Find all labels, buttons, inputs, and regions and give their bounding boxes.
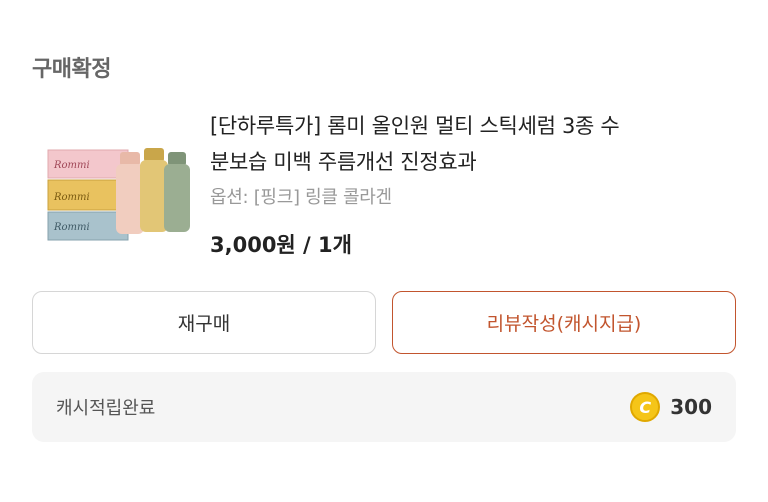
cash-reward-amount-group: C 300 — [630, 392, 712, 422]
brand-label-gold: Rommi — [53, 192, 90, 203]
order-status-title: 구매확정 — [32, 57, 111, 82]
cash-reward-box: 캐시적립완료 C 300 — [32, 372, 736, 442]
product-price: 3,000원 / 1개 — [210, 233, 352, 257]
product-title-line1: [단하루특가] 롬미 올인원 멀티 스틱세럼 3종 수 — [210, 114, 620, 138]
write-review-button[interactable]: 리뷰작성(캐시지급) — [392, 291, 736, 354]
rebuy-button[interactable]: 재구매 — [32, 291, 376, 354]
product-title-line2: 분보습 미백 주름개선 진정효과 — [210, 150, 477, 174]
product-info: [단하루특가] 롬미 올인원 멀티 스틱세럼 3종 수 분보습 미백 주름개선 … — [210, 108, 730, 259]
coin-icon: C — [630, 392, 661, 422]
product-card[interactable]: Rommi Rommi Rommi [단하루특가] 롬미 올인원 멀티 스틱세럼… — [32, 108, 736, 270]
product-option: 옵션: [핑크] 링클 콜라겐 — [210, 187, 392, 208]
cash-reward-amount: 300 — [670, 395, 712, 419]
product-image[interactable]: Rommi Rommi Rommi — [46, 144, 196, 244]
brand-label-blue: Rommi — [53, 222, 90, 233]
brand-label-pink: Rommi — [53, 160, 90, 171]
product-title[interactable]: [단하루특가] 롬미 올인원 멀티 스틱세럼 3종 수 분보습 미백 주름개선 … — [210, 108, 730, 180]
cash-reward-label: 캐시적립완료 — [56, 398, 156, 419]
